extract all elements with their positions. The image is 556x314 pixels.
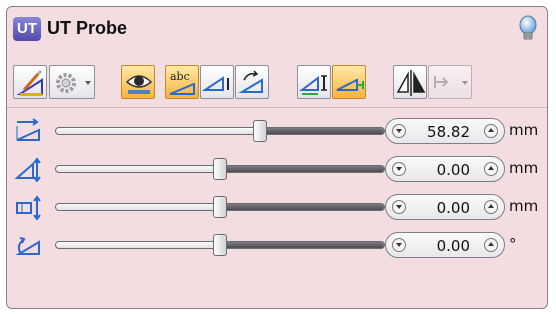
mirror-icon — [396, 70, 426, 96]
ut-badge-icon: UT — [13, 17, 41, 41]
unit-label: mm — [509, 121, 539, 139]
spin-value[interactable]: 0.00 — [412, 199, 470, 217]
unit-label: mm — [509, 159, 539, 177]
probe-rotate-button[interactable] — [235, 65, 269, 99]
ut-probe-panel: UT UT Probe abc 58.82 mm 0.00 mm 0.00 mm… — [6, 6, 548, 309]
value-spinbox[interactable]: 58.82 — [385, 118, 505, 144]
spin-down-icon[interactable] — [392, 238, 406, 252]
spin-down-icon[interactable] — [392, 200, 406, 214]
probe-angle-icon — [13, 232, 43, 258]
param-row-angle: 0.00 ° — [7, 229, 547, 261]
slider-thumb[interactable] — [213, 196, 227, 218]
eye-view-icon — [125, 75, 153, 94]
probe-index-icon — [299, 75, 327, 95]
spin-down-icon[interactable] — [392, 124, 406, 138]
settings-gear-icon — [56, 73, 76, 93]
dropdown-arrow-icon — [462, 81, 468, 85]
param-row-index-offset: 0.00 mm — [7, 191, 547, 223]
slider-thumb[interactable] — [213, 158, 227, 180]
slider-fill — [219, 204, 384, 210]
value-spinbox[interactable]: 0.00 — [385, 156, 505, 182]
spin-value[interactable]: 0.00 — [412, 237, 470, 255]
offset-distance-icon — [13, 118, 43, 144]
slider-fill — [219, 166, 384, 172]
edit-probe-button[interactable] — [13, 65, 47, 99]
abc-label-icon: abc — [169, 70, 195, 95]
spin-value[interactable]: 0.00 — [412, 161, 470, 179]
spin-value[interactable]: 58.82 — [412, 123, 470, 141]
edit-probe-icon — [16, 69, 43, 96]
probe-rotate-icon — [238, 70, 263, 93]
svg-text:abc: abc — [170, 70, 190, 83]
probe-flat-button[interactable] — [332, 65, 366, 99]
spin-up-icon[interactable] — [484, 162, 498, 176]
label-toggle-button[interactable]: abc — [165, 65, 199, 99]
disabled-dropdown-button[interactable] — [428, 65, 472, 99]
probe-angle-button[interactable] — [200, 65, 234, 99]
view-toggle-button[interactable] — [121, 65, 155, 99]
slider-fill — [258, 128, 384, 134]
probe-flat-icon — [336, 78, 364, 91]
spin-up-icon[interactable] — [484, 200, 498, 214]
unit-label: mm — [509, 197, 539, 215]
probe-skew-icon — [13, 156, 43, 183]
value-spinbox[interactable]: 0.00 — [385, 194, 505, 220]
mirror-button[interactable] — [393, 65, 427, 99]
slider-thumb[interactable] — [252, 120, 267, 142]
probe-index-button[interactable] — [297, 65, 331, 99]
param-row-skew: 0.00 mm — [7, 153, 547, 185]
slider-track[interactable] — [55, 127, 385, 135]
param-row-offset: 58.82 mm — [7, 115, 547, 147]
lightbulb-hint-icon[interactable] — [517, 15, 539, 43]
unit-label: ° — [509, 235, 517, 253]
dropdown-arrow-icon — [85, 81, 91, 85]
spin-up-icon[interactable] — [484, 238, 498, 252]
value-spinbox[interactable]: 0.00 — [385, 232, 505, 258]
probe-angle-icon — [201, 76, 229, 91]
toolbar: abc — [7, 57, 547, 105]
spin-up-icon[interactable] — [484, 124, 498, 138]
panel-title: UT Probe — [47, 18, 128, 38]
spin-down-icon[interactable] — [392, 162, 406, 176]
title-bar: UT UT Probe — [7, 7, 547, 55]
disabled-dropdown-icon — [434, 76, 449, 88]
settings-dropdown-button[interactable] — [49, 65, 95, 99]
toolbar-separator — [7, 107, 547, 108]
probe-index-offset-icon — [13, 194, 43, 221]
slider-fill — [219, 242, 384, 248]
slider-thumb[interactable] — [213, 234, 227, 256]
